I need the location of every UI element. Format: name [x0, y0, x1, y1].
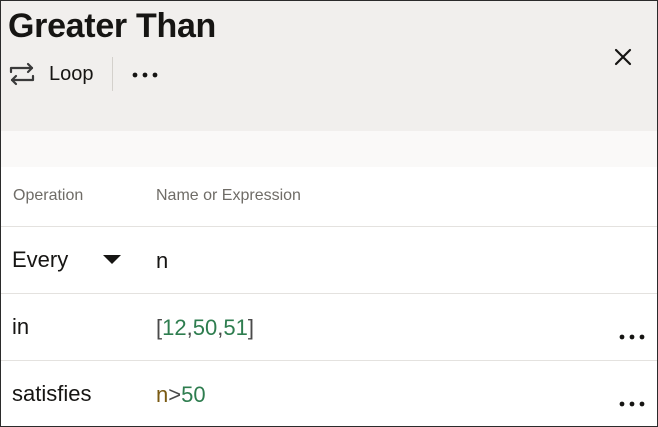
page-title: Greater Than	[8, 7, 217, 45]
operation-label: satisfies	[12, 381, 92, 406]
expr-number: 51	[223, 315, 248, 340]
table-row: in [12,50,51]	[1, 294, 657, 361]
operation-value: Every	[12, 247, 69, 272]
more-horizontal-icon	[132, 65, 158, 83]
header-subbar	[1, 131, 657, 167]
expr-number: 50	[192, 315, 218, 340]
toolbar-divider	[111, 57, 113, 91]
operation-dropdown[interactable]: Every	[12, 245, 130, 275]
loop-arrows-icon	[8, 62, 36, 86]
close-icon	[614, 48, 632, 71]
panel-header: Greater Than Loop	[1, 1, 657, 131]
more-horizontal-icon	[619, 327, 645, 345]
loop-table: Operation Name or Expression Every n in …	[1, 167, 657, 426]
table-row: satisfies n>50	[1, 361, 657, 426]
caret-down-icon	[103, 255, 121, 264]
expression-field[interactable]: [12,50,51]	[156, 315, 254, 341]
expr-variable: n	[156, 382, 169, 407]
column-header-expression: Name or Expression	[156, 187, 301, 204]
expr-number: 12	[162, 315, 187, 340]
more-actions-button[interactable]	[129, 57, 161, 91]
close-button[interactable]	[607, 43, 639, 75]
loop-editor-panel: Greater Than Loop Operation Name or Expr…	[0, 0, 658, 427]
expr-number: 50	[181, 382, 206, 407]
expr-bracket-close: ]	[247, 315, 254, 340]
row-more-actions-button[interactable]	[616, 324, 648, 348]
loop-button[interactable]: Loop	[8, 57, 94, 91]
header-toolbar: Loop	[8, 57, 161, 91]
loop-button-label: Loop	[49, 62, 94, 85]
more-horizontal-icon	[619, 394, 645, 412]
column-header-operation: Operation	[13, 187, 84, 204]
table-header-row: Operation Name or Expression	[1, 167, 657, 227]
expression-field[interactable]: n>50	[156, 382, 206, 408]
row-more-actions-button[interactable]	[616, 391, 648, 415]
expr-operator: >	[168, 382, 182, 407]
table-row: Every n	[1, 227, 657, 294]
operation-label: in	[12, 314, 30, 339]
expression-field[interactable]: n	[156, 248, 168, 274]
